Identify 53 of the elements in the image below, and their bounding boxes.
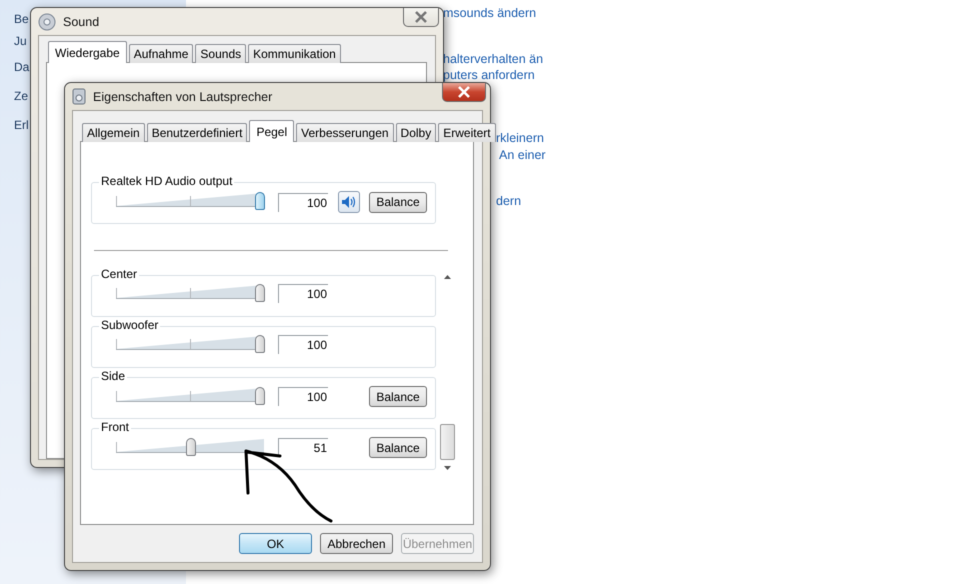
- balance-button[interactable]: Balance: [369, 386, 427, 407]
- window-title: Sound: [63, 14, 100, 28]
- control-panel-link[interactable]: rkleinern: [496, 130, 544, 146]
- volume-field[interactable]: 100: [278, 192, 328, 212]
- speaker-icon: [38, 12, 56, 30]
- scroll-down-arrow-icon[interactable]: [444, 466, 451, 470]
- slider-thumb[interactable]: [255, 192, 265, 210]
- speaker-icon: [341, 195, 357, 209]
- sidebar-link[interactable]: Be: [14, 11, 29, 27]
- balance-button[interactable]: Balance: [369, 192, 427, 212]
- tab[interactable]: Benutzerdefiniert: [146, 123, 248, 142]
- sidebar-link[interactable]: Da: [14, 59, 30, 75]
- tab[interactable]: Allgemein: [82, 123, 145, 142]
- group-label: Center: [99, 267, 140, 281]
- speaker-icon: [72, 88, 86, 105]
- group-label: Front: [99, 420, 132, 434]
- close-icon: [457, 86, 471, 98]
- slider-thumb[interactable]: [186, 438, 196, 456]
- sidebar-link[interactable]: Ju: [14, 33, 27, 49]
- slider-thumb[interactable]: [255, 386, 265, 404]
- scroll-up-arrow-icon[interactable]: [444, 275, 451, 279]
- slider-thumb[interactable]: [255, 284, 265, 302]
- close-button[interactable]: [442, 83, 486, 102]
- volume-field[interactable]: 100: [278, 335, 328, 354]
- control-panel-link[interactable]: An einer: [499, 147, 546, 163]
- sidebar-link[interactable]: Erl: [14, 117, 29, 133]
- volume-field[interactable]: 100: [278, 284, 328, 303]
- control-panel-link[interactable]: puters anfordern: [443, 67, 535, 83]
- dialog-button[interactable]: OK: [239, 533, 312, 554]
- balance-button[interactable]: Balance: [369, 437, 427, 458]
- scrollbar-thumb[interactable]: [440, 424, 455, 460]
- tab[interactable]: Aufnahme: [128, 44, 194, 63]
- tab[interactable]: Wiedergabe: [48, 41, 127, 63]
- window-title: Eigenschaften von Lautsprecher: [93, 90, 272, 104]
- group-label: Side: [99, 369, 128, 383]
- tab[interactable]: Pegel: [249, 120, 294, 142]
- tab[interactable]: Erweitert: [438, 123, 496, 142]
- control-panel-link[interactable]: msounds ändern: [443, 5, 536, 21]
- sidebar-link[interactable]: Ze: [14, 88, 28, 104]
- tab[interactable]: Sounds: [195, 44, 246, 63]
- control-panel-link[interactable]: dern: [496, 193, 522, 209]
- group-label: Subwoofer: [99, 318, 160, 332]
- mute-button[interactable]: [338, 191, 360, 213]
- tab[interactable]: Verbesserungen: [296, 123, 394, 142]
- tab[interactable]: Kommunikation: [248, 44, 341, 63]
- slider-thumb[interactable]: [255, 334, 265, 352]
- group-label: Realtek HD Audio output: [99, 174, 234, 188]
- dialog-button[interactable]: Abbrechen: [320, 533, 393, 554]
- control-panel-link[interactable]: halterverhalten än: [443, 51, 544, 67]
- volume-field[interactable]: 51: [278, 438, 328, 457]
- tab[interactable]: Dolby: [396, 123, 436, 142]
- close-icon: [414, 11, 428, 23]
- volume-field[interactable]: 100: [278, 387, 328, 406]
